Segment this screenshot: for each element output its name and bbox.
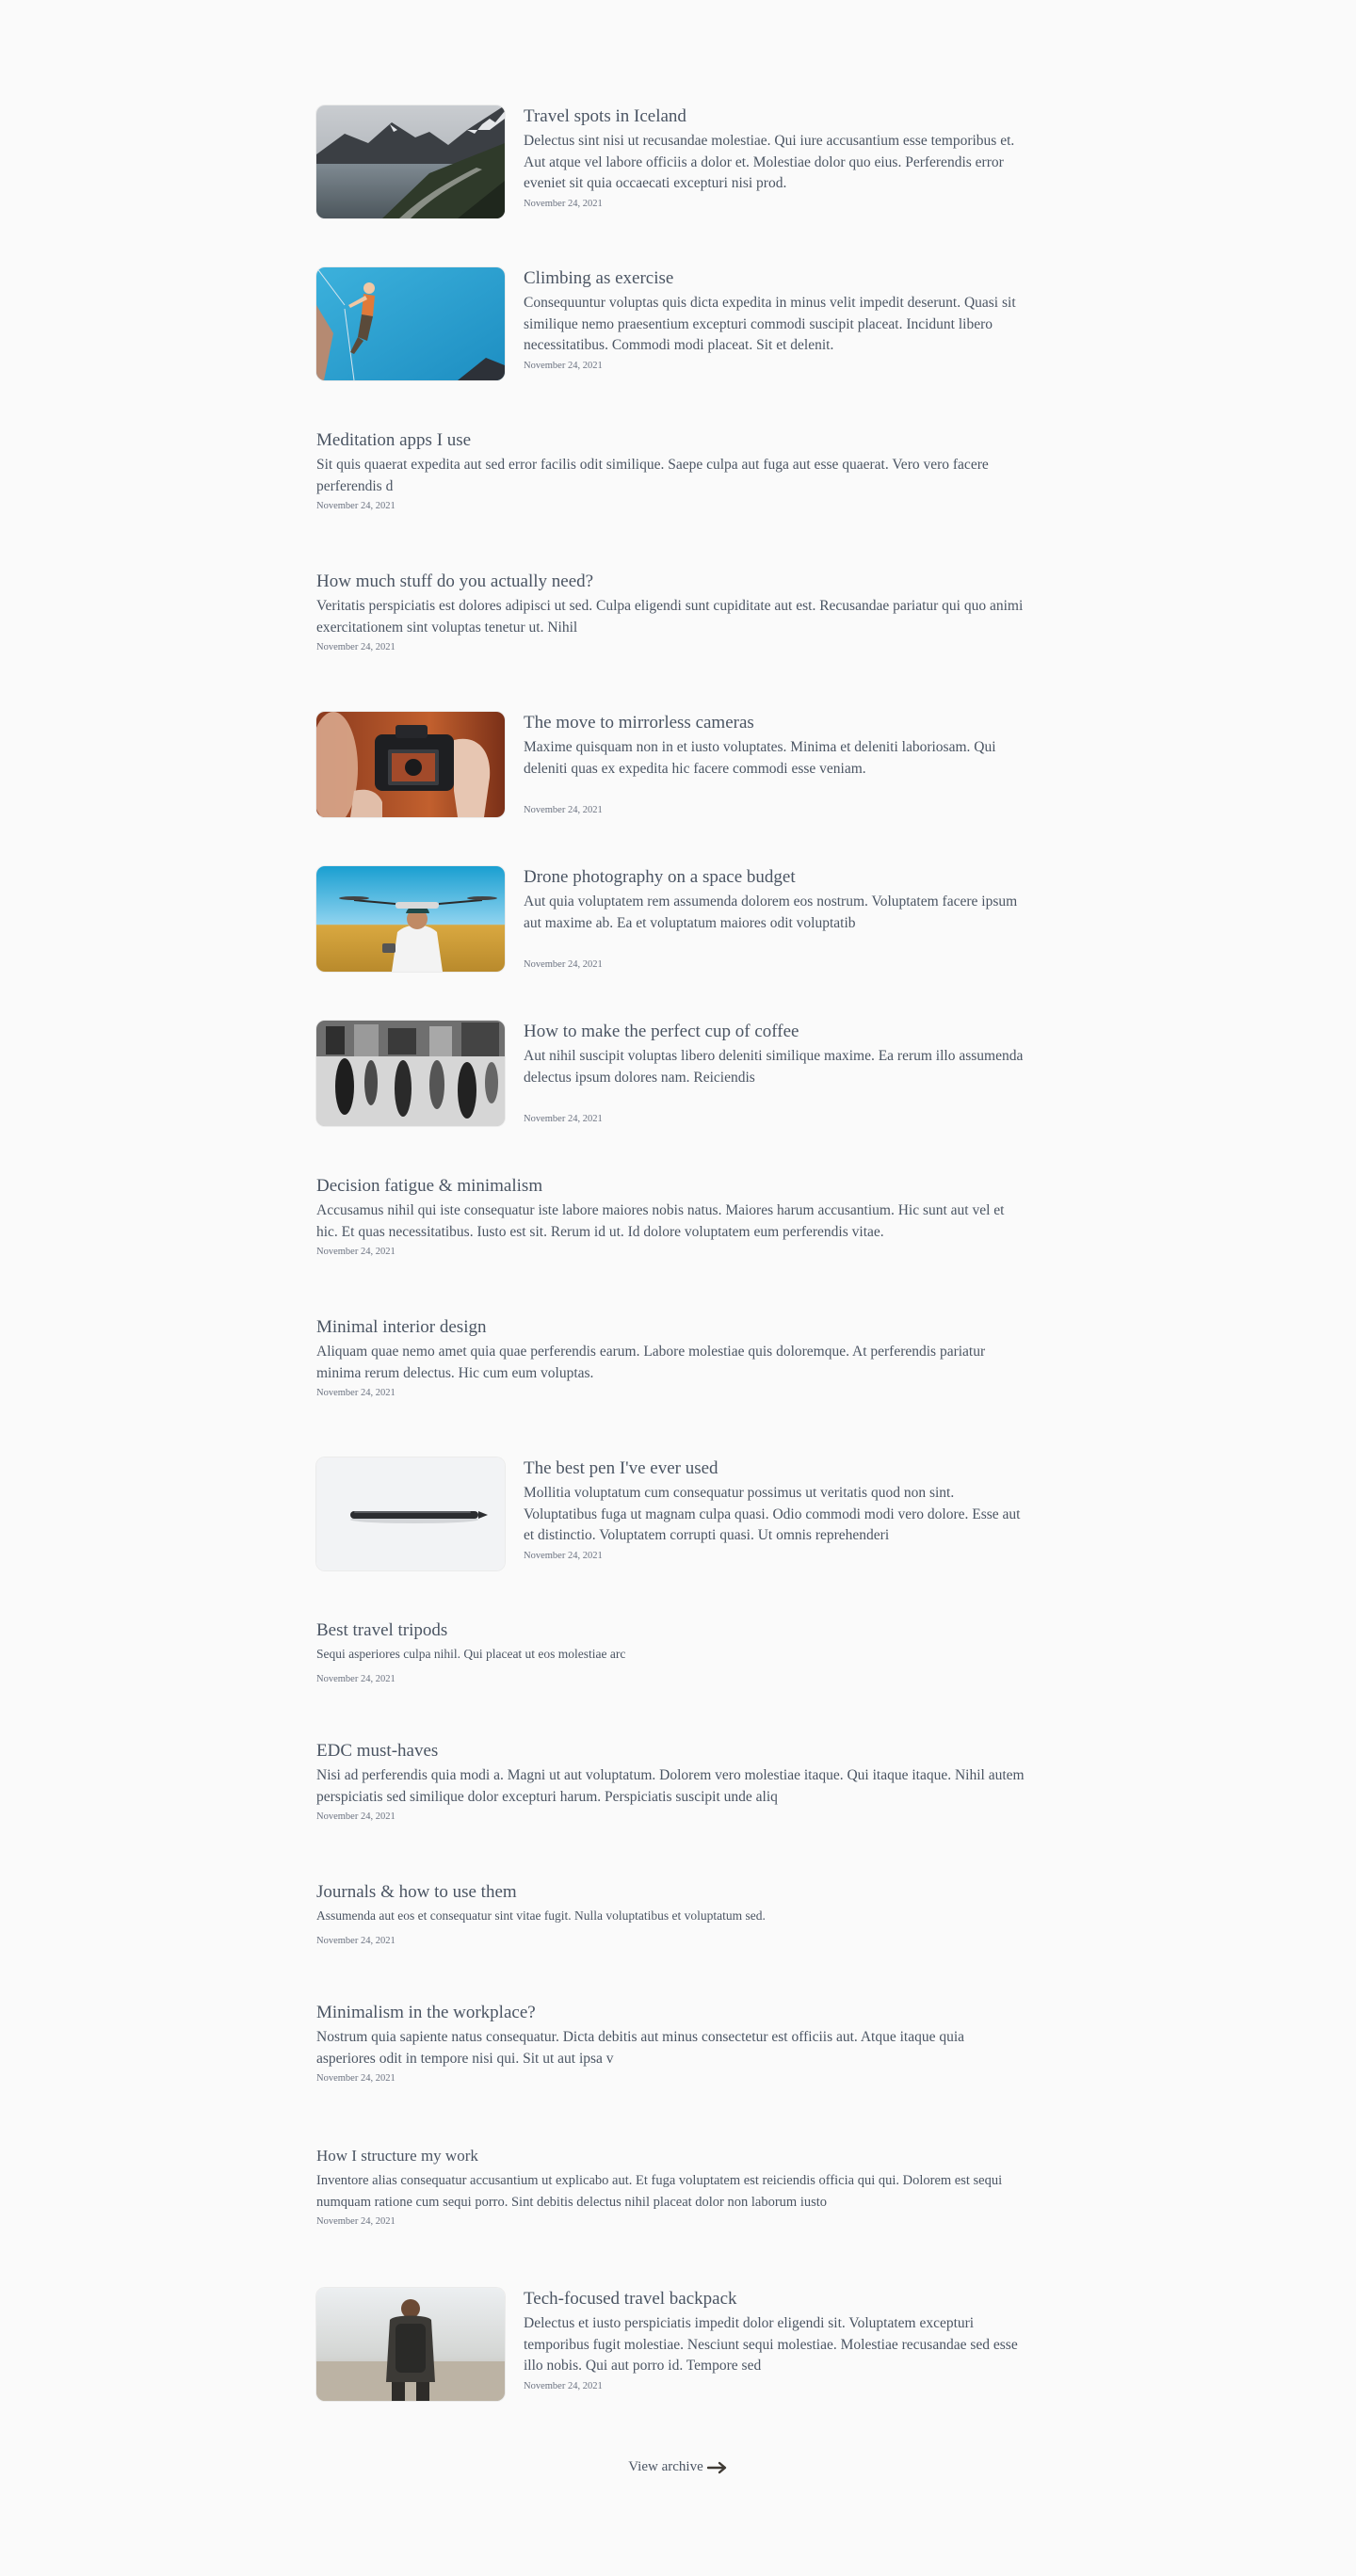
post-excerpt: Sequi asperiores culpa nihil. Qui placea… — [316, 1647, 626, 1661]
post-date: November 24, 2021 — [316, 1811, 396, 1822]
post-item[interactable]: Decision fatigue & minimalism Accusamus … — [316, 1175, 1025, 1259]
post-title-link[interactable]: The best pen I've ever used — [524, 1457, 1025, 1480]
post-content: Tech-focused travel backpack Delectus et… — [524, 2288, 1025, 2401]
post-content: Best travel tripods Sequi asperiores cul… — [316, 1619, 1025, 1686]
post-excerpt: Consequuntur voluptas quis dicta expedit… — [524, 295, 1016, 353]
post-title-link[interactable]: The move to mirrorless cameras — [524, 712, 1025, 734]
camera-image — [316, 712, 505, 817]
post-item[interactable]: Tech-focused travel backpack Delectus et… — [316, 2288, 1025, 2401]
post-item[interactable]: The move to mirrorless cameras Maxime qu… — [316, 712, 1025, 817]
post-date: November 24, 2021 — [524, 1114, 603, 1124]
archive-footer: View archive — [0, 2459, 1356, 2475]
view-archive-link[interactable]: View archive — [628, 2459, 727, 2475]
post-content: How to make the perfect cup of coffee Au… — [524, 1021, 1025, 1126]
post-content: The best pen I've ever used Mollitia vol… — [524, 1457, 1025, 1570]
post-content: Decision fatigue & minimalism Accusamus … — [316, 1175, 1025, 1259]
post-date: November 24, 2021 — [316, 501, 396, 511]
post-excerpt: Delectus sint nisi ut recusandae molesti… — [524, 133, 1015, 191]
post-excerpt: Maxime quisquam non in et iusto voluptat… — [524, 739, 996, 777]
post-thumbnail[interactable] — [316, 1021, 505, 1126]
post-title-link[interactable]: EDC must-haves — [316, 1740, 1025, 1763]
post-title-link[interactable]: How much stuff do you actually need? — [316, 571, 1025, 593]
post-date: November 24, 2021 — [316, 1674, 396, 1684]
post-content: Journals & how to use them Assumenda aut… — [316, 1881, 1025, 1948]
post-content: Minimal interior design Aliquam quae nem… — [316, 1316, 1025, 1400]
blog-post-list: Travel spots in Iceland Delectus sint ni… — [0, 0, 1356, 2576]
pen-image — [316, 1457, 505, 1570]
post-item[interactable]: Drone photography on a space budget Aut … — [316, 866, 1025, 972]
post-title-link[interactable]: Decision fatigue & minimalism — [316, 1175, 1025, 1198]
post-title-link[interactable]: Meditation apps I use — [316, 429, 1025, 452]
post-title-link[interactable]: Climbing as exercise — [524, 267, 1025, 290]
post-title-link[interactable]: Journals & how to use them — [316, 1881, 1025, 1904]
post-title-link[interactable]: Drone photography on a space budget — [524, 866, 1025, 889]
post-content: Drone photography on a space budget Aut … — [524, 866, 1025, 972]
post-item[interactable]: Minimalism in the workplace? Nostrum qui… — [316, 2002, 1025, 2085]
post-excerpt: Mollitia voluptatum cum consequatur poss… — [524, 1485, 1021, 1543]
post-item[interactable]: How much stuff do you actually need? Ver… — [316, 571, 1025, 654]
climber-image — [316, 267, 505, 380]
backpacker-image — [316, 2288, 505, 2401]
post-content: Minimalism in the workplace? Nostrum qui… — [316, 2002, 1025, 2085]
post-thumbnail[interactable] — [316, 712, 505, 817]
post-excerpt: Nisi ad perferendis quia modi a. Magni u… — [316, 1767, 1025, 1805]
post-content: How much stuff do you actually need? Ver… — [316, 571, 1025, 654]
post-item[interactable]: Minimal interior design Aliquam quae nem… — [316, 1316, 1025, 1400]
post-excerpt: Veritatis perspiciatis est dolores adipi… — [316, 598, 1024, 636]
drone-image — [316, 866, 505, 972]
post-content: EDC must-haves Nisi ad perferendis quia … — [316, 1740, 1025, 1824]
post-excerpt: Aliquam quae nemo amet quia quae perfere… — [316, 1344, 986, 1381]
post-excerpt: Aut nihil suscipit voluptas libero delen… — [524, 1048, 1024, 1086]
post-title-link[interactable]: Minimalism in the workplace? — [316, 2002, 1025, 2024]
post-date: November 24, 2021 — [316, 1388, 396, 1398]
post-item[interactable]: Meditation apps I use Sit quis quaerat e… — [316, 429, 1025, 513]
post-title-link[interactable]: Best travel tripods — [316, 1619, 1025, 1642]
post-item[interactable]: Climbing as exercise Consequuntur volupt… — [316, 267, 1025, 380]
view-archive-label: View archive — [628, 2459, 703, 2474]
post-item[interactable]: Journals & how to use them Assumenda aut… — [316, 1881, 1025, 1948]
iceland-image — [316, 105, 505, 218]
post-date: November 24, 2021 — [524, 1550, 603, 1561]
post-excerpt: Delectus et iusto perspiciatis impedit d… — [524, 2315, 1018, 2374]
post-content: The move to mirrorless cameras Maxime qu… — [524, 712, 1025, 817]
arrow-right-icon — [706, 2461, 726, 2473]
post-date: November 24, 2021 — [524, 198, 603, 209]
post-date: November 24, 2021 — [524, 805, 603, 815]
post-title-link[interactable]: How I structure my work — [316, 2145, 1025, 2167]
post-item[interactable]: The best pen I've ever used Mollitia vol… — [316, 1457, 1025, 1570]
post-content: Climbing as exercise Consequuntur volupt… — [524, 267, 1025, 380]
post-thumbnail[interactable] — [316, 267, 505, 380]
post-excerpt: Sit quis quaerat expedita aut sed error … — [316, 457, 989, 494]
post-date: November 24, 2021 — [316, 2216, 396, 2227]
post-item[interactable]: Best travel tripods Sequi asperiores cul… — [316, 1619, 1025, 1686]
post-content: Travel spots in Iceland Delectus sint ni… — [524, 105, 1025, 218]
post-date: November 24, 2021 — [316, 1936, 396, 1946]
post-excerpt: Accusamus nihil qui iste consequatur ist… — [316, 1202, 1005, 1240]
post-excerpt: Nostrum quia sapiente natus consequatur.… — [316, 2029, 965, 2067]
post-excerpt: Aut quia voluptatem rem assumenda dolore… — [524, 894, 1018, 931]
post-excerpt: Inventore alias consequatur accusantium … — [316, 2173, 1003, 2210]
post-item[interactable]: EDC must-haves Nisi ad perferendis quia … — [316, 1740, 1025, 1824]
post-date: November 24, 2021 — [524, 360, 603, 371]
post-date: November 24, 2021 — [316, 642, 396, 652]
post-date: November 24, 2021 — [524, 959, 603, 970]
post-date: November 24, 2021 — [524, 2380, 603, 2391]
post-title-link[interactable]: Minimal interior design — [316, 1316, 1025, 1339]
post-content: Meditation apps I use Sit quis quaerat e… — [316, 429, 1025, 513]
post-thumbnail[interactable] — [316, 2288, 505, 2401]
post-thumbnail[interactable] — [316, 1457, 505, 1570]
post-thumbnail[interactable] — [316, 866, 505, 972]
post-content: How I structure my work Inventore alias … — [316, 2145, 1025, 2229]
post-date: November 24, 2021 — [316, 1247, 396, 1257]
street-image — [316, 1021, 505, 1126]
post-excerpt: Assumenda aut eos et consequatur sint vi… — [316, 1908, 766, 1923]
post-title-link[interactable]: Travel spots in Iceland — [524, 105, 1025, 128]
post-date: November 24, 2021 — [316, 2073, 396, 2084]
post-item[interactable]: How I structure my work Inventore alias … — [316, 2145, 1025, 2229]
post-title-link[interactable]: Tech-focused travel backpack — [524, 2288, 1025, 2310]
post-thumbnail[interactable] — [316, 105, 505, 218]
post-item[interactable]: How to make the perfect cup of coffee Au… — [316, 1021, 1025, 1126]
post-title-link[interactable]: How to make the perfect cup of coffee — [524, 1021, 1025, 1043]
post-item[interactable]: Travel spots in Iceland Delectus sint ni… — [316, 105, 1025, 218]
